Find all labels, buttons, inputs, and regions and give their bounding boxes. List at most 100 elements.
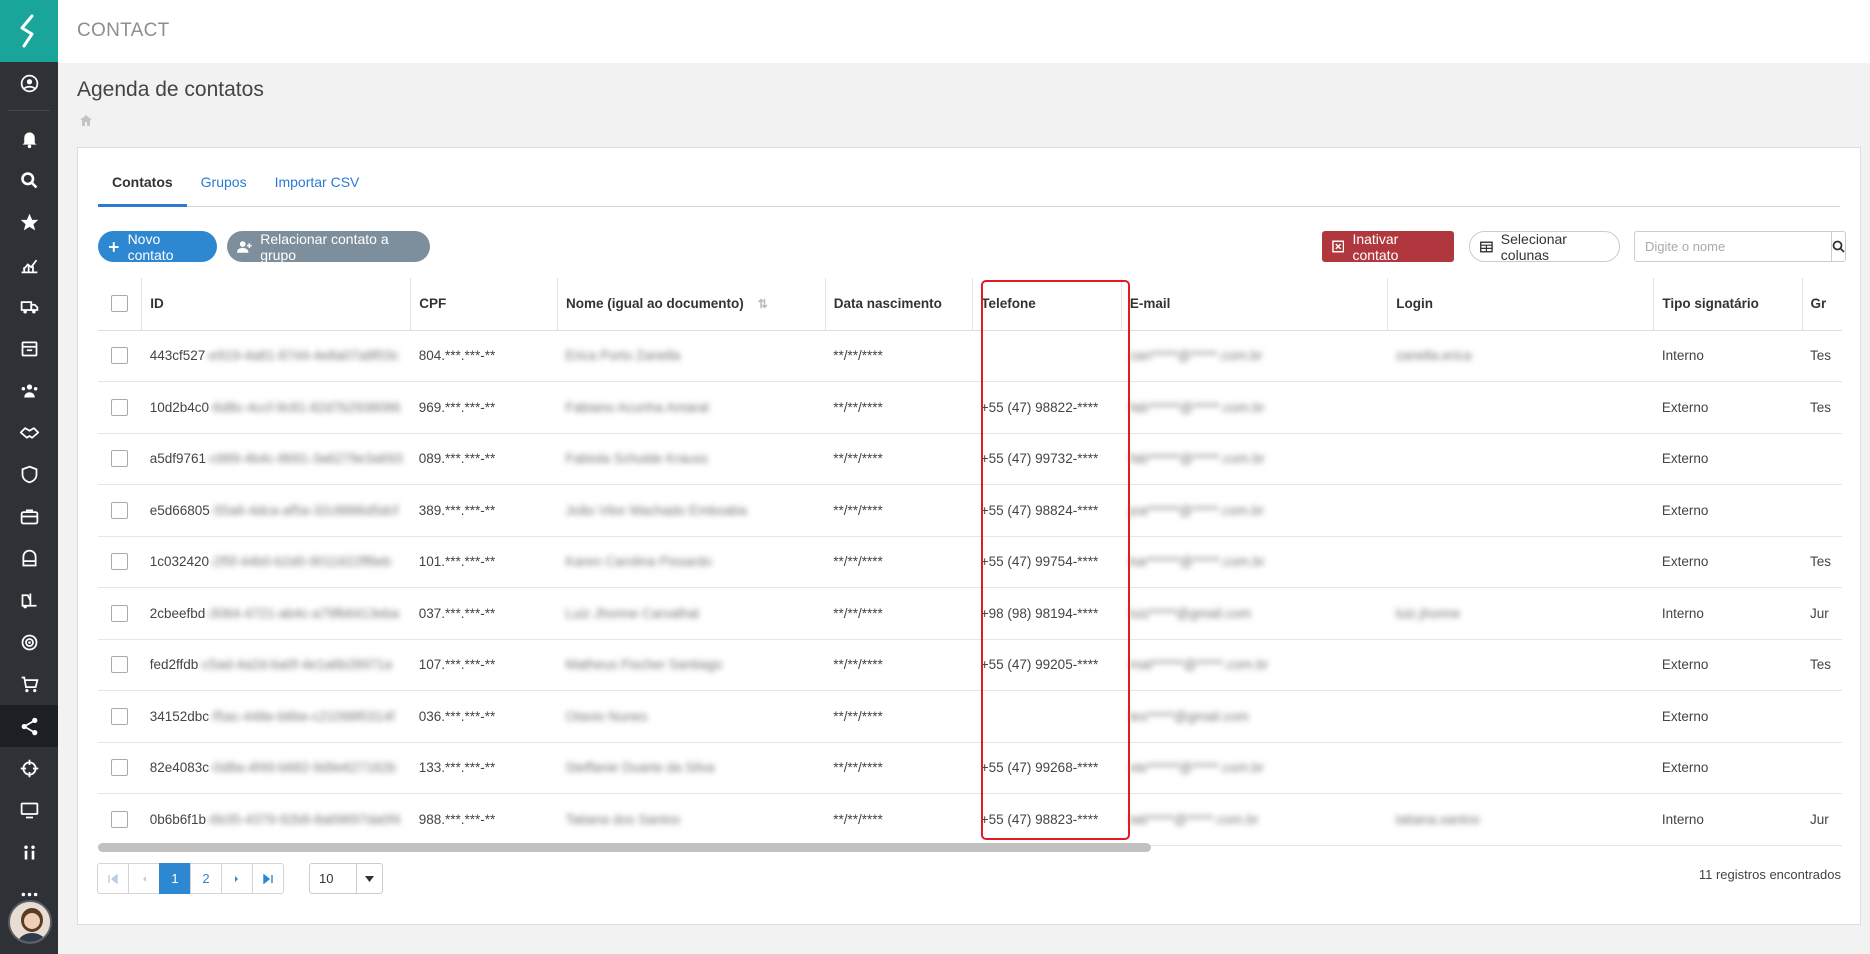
cell-nome: Fabiola Schulde Krauss bbox=[557, 433, 826, 485]
cell-id: a5df9761-c889-4b4c-8691-3a6279e3a693 bbox=[141, 433, 411, 485]
row-checkbox[interactable] bbox=[111, 553, 129, 571]
cell-telefone: +55 (47) 98822-**** bbox=[972, 381, 1122, 434]
first-page-button[interactable] bbox=[97, 863, 129, 894]
new-contact-button[interactable]: Novo contato bbox=[98, 231, 217, 263]
target-icon[interactable] bbox=[0, 621, 58, 663]
cell-grupo bbox=[1802, 690, 1842, 743]
share-icon[interactable] bbox=[0, 705, 58, 747]
table-row[interactable]: 82e4083c-0d8a-4f49-b682-9d9e627162b 133.*… bbox=[98, 742, 1842, 794]
table-row[interactable]: 0b6b6f1b-6b35-4379-92b8-8a69697da0f4 988.… bbox=[98, 793, 1842, 846]
header-email[interactable]: E-mail bbox=[1121, 278, 1389, 331]
people-icon[interactable] bbox=[0, 831, 58, 873]
select-columns-label: Selecionar colunas bbox=[1500, 230, 1567, 263]
cell-nome: Luiz Jhonne Carvalhal bbox=[557, 587, 826, 640]
per-page-select[interactable]: 10 bbox=[309, 863, 383, 894]
row-checkbox[interactable] bbox=[111, 347, 129, 365]
briefcase-icon[interactable] bbox=[0, 495, 58, 537]
page-1-button[interactable]: 1 bbox=[159, 863, 191, 894]
link-group-button[interactable]: Relacionar contato a grupo bbox=[227, 231, 430, 263]
cell-data-nascimento: **/**/**** bbox=[825, 433, 973, 485]
cell-telefone: +55 (47) 99732-**** bbox=[972, 433, 1122, 485]
chart-icon[interactable] bbox=[0, 243, 58, 285]
table-row[interactable]: 2cbeefbd-3064-4721-ab4c-a79fb6413eba 037.… bbox=[98, 587, 1842, 640]
user-circle-icon[interactable] bbox=[0, 62, 58, 104]
cell-data-nascimento: **/**/**** bbox=[825, 587, 973, 640]
cell-nome: Tatiana dos Santos bbox=[557, 793, 826, 846]
tab-grupos[interactable]: Grupos bbox=[187, 168, 261, 207]
row-checkbox[interactable] bbox=[111, 656, 129, 674]
table-row[interactable]: 10d2b4c0-6d8c-4ccf-9c81-82d7b2938086 969.… bbox=[98, 381, 1842, 434]
truck-icon[interactable] bbox=[0, 285, 58, 327]
select-all-checkbox[interactable] bbox=[111, 295, 129, 313]
cell-data-nascimento: **/**/**** bbox=[825, 484, 973, 537]
table-row[interactable]: fed2ffdb-c5ad-4a2d-ba0f-4e1a6b28971a 107.… bbox=[98, 639, 1842, 691]
records-count: 11 registros encontrados bbox=[1698, 867, 1841, 882]
tab-contatos[interactable]: Contatos bbox=[98, 168, 187, 207]
user-avatar[interactable] bbox=[8, 900, 52, 944]
cell-telefone: +55 (47) 98823-**** bbox=[972, 793, 1122, 846]
page-2-button[interactable]: 2 bbox=[190, 863, 222, 894]
home-icon[interactable] bbox=[80, 113, 92, 131]
row-checkbox[interactable] bbox=[111, 810, 129, 828]
tab-importar-csv[interactable]: Importar CSV bbox=[261, 168, 374, 207]
header-telefone[interactable]: Telefone bbox=[972, 278, 1122, 331]
bell-icon[interactable] bbox=[0, 117, 58, 159]
search-icon[interactable] bbox=[0, 159, 58, 201]
archive-icon[interactable] bbox=[0, 327, 58, 369]
vault-icon[interactable] bbox=[0, 537, 58, 579]
handshake-icon[interactable] bbox=[0, 411, 58, 453]
header-id[interactable]: ID bbox=[141, 278, 412, 331]
table-row[interactable]: 443cf527-e919-4a81-8744-4e8a07a8f03c 804.… bbox=[98, 330, 1842, 382]
forklift-icon[interactable] bbox=[0, 579, 58, 621]
table-row[interactable]: e5d66805-55a6-4dca-af5a-32c8886d5dcf 389.… bbox=[98, 484, 1842, 537]
horizontal-scrollbar[interactable] bbox=[98, 843, 1151, 852]
select-columns-button[interactable]: Selecionar colunas bbox=[1469, 230, 1620, 263]
table-row[interactable]: 1c032420-2f5f-44b0-b2d0-9011622ff8eb 101.… bbox=[98, 536, 1842, 588]
header-login[interactable]: Login bbox=[1387, 278, 1655, 331]
cell-grupo: Tes bbox=[1802, 536, 1842, 588]
cell-id-visible: 10d2b4c0 bbox=[149, 399, 210, 415]
sort-icon[interactable]: ⇅ bbox=[758, 297, 768, 311]
cell-data-nascimento: **/**/**** bbox=[825, 793, 973, 846]
cart-icon[interactable] bbox=[0, 663, 58, 705]
table-row[interactable]: a5df9761-c889-4b4c-8691-3a6279e3a693 089.… bbox=[98, 433, 1842, 485]
cell-email: mat******@*****.com.br bbox=[1121, 639, 1388, 691]
cell-id-visible: 2cbeefbd bbox=[149, 605, 206, 621]
cell-cpf: 804.***.***-** bbox=[410, 330, 558, 382]
header-grupo[interactable]: Gr bbox=[1802, 278, 1842, 331]
last-page-button[interactable] bbox=[252, 863, 284, 894]
cell-cpf: 988.***.***-** bbox=[410, 793, 558, 846]
crosshair-icon[interactable] bbox=[0, 747, 58, 789]
header-data-nascimento[interactable]: Data nascimento bbox=[825, 278, 974, 331]
inactivate-contact-button[interactable]: Inativar contato bbox=[1322, 231, 1454, 263]
row-checkbox[interactable] bbox=[111, 707, 129, 725]
row-checkbox[interactable] bbox=[111, 398, 129, 416]
shield-icon[interactable] bbox=[0, 453, 58, 495]
header-nome[interactable]: Nome (igual ao documento) ⇅ bbox=[557, 278, 826, 331]
monitor-icon[interactable] bbox=[0, 789, 58, 831]
cell-id-hidden: -c5ad-4a2d-ba0f-4e1a6b28971a bbox=[198, 657, 392, 673]
row-checkbox-cell bbox=[98, 330, 142, 382]
row-checkbox[interactable] bbox=[111, 604, 129, 622]
header-tipo-signatario[interactable]: Tipo signatário bbox=[1653, 278, 1803, 331]
star-icon[interactable] bbox=[0, 201, 58, 243]
row-checkbox[interactable] bbox=[111, 759, 129, 777]
prev-page-button[interactable] bbox=[128, 863, 160, 894]
row-checkbox[interactable] bbox=[111, 501, 129, 519]
cell-nome: Otavio Nunes bbox=[557, 690, 826, 743]
team-icon[interactable] bbox=[0, 369, 58, 411]
search-input[interactable] bbox=[1634, 231, 1831, 262]
row-checkbox-cell bbox=[98, 484, 142, 537]
table-row[interactable]: 34152dbc-f5ac-448e-b6be-c21098f0314f 036.… bbox=[98, 690, 1842, 743]
chevron-left-icon bbox=[143, 875, 146, 882]
header-cpf[interactable]: CPF bbox=[410, 278, 558, 331]
cell-login: tatiana.santos bbox=[1387, 793, 1654, 846]
cell-data-nascimento: **/**/**** bbox=[825, 536, 973, 588]
app-logo[interactable] bbox=[0, 0, 58, 62]
search-button[interactable] bbox=[1831, 231, 1846, 262]
cell-login: zanella.erica bbox=[1387, 330, 1654, 382]
row-checkbox[interactable] bbox=[111, 450, 129, 468]
table-header-row: ID CPF Nome (igual ao documento) ⇅ Data n… bbox=[98, 278, 1842, 331]
next-page-button[interactable] bbox=[221, 863, 253, 894]
caret-down-icon bbox=[356, 864, 382, 893]
